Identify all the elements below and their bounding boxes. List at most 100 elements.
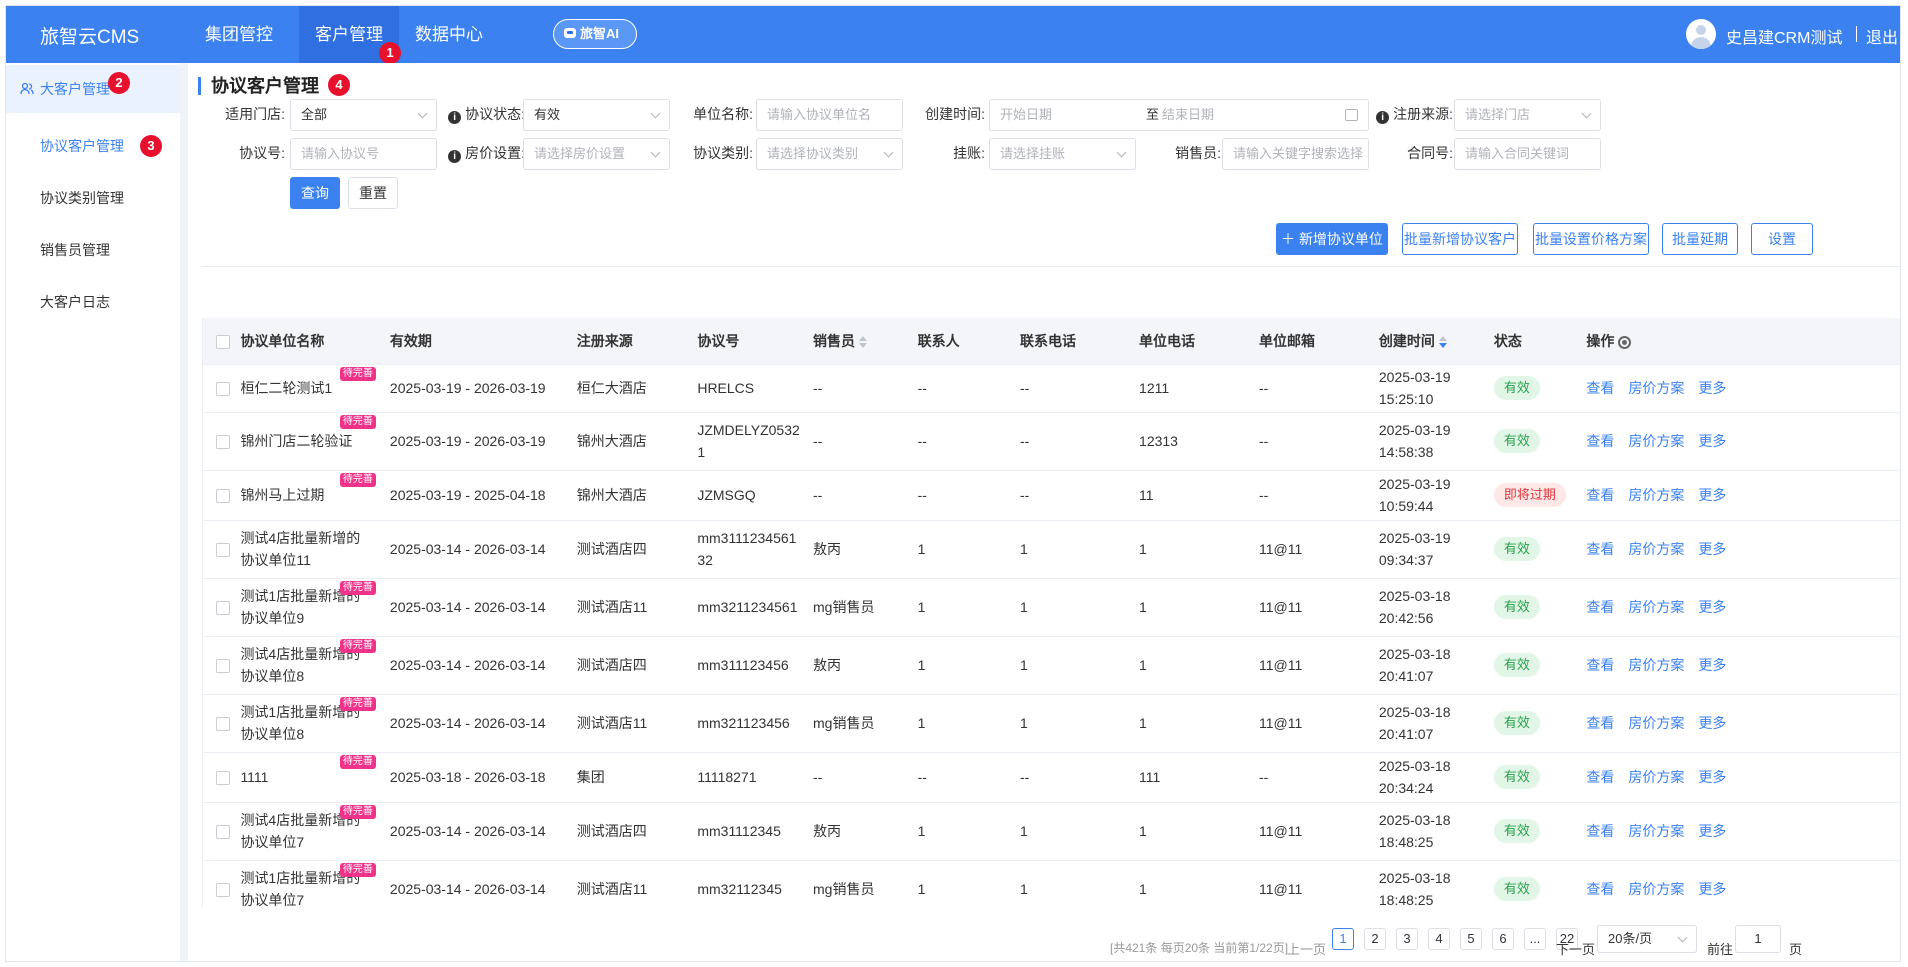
ai-assistant-button[interactable]: 旅智AI: [553, 19, 637, 49]
more-link[interactable]: 更多: [1698, 433, 1726, 449]
sidebar-item-salespeople[interactable]: 销售员管理: [6, 226, 180, 274]
price-plan-link[interactable]: 房价方案: [1628, 881, 1684, 897]
batch-extend-button[interactable]: 批量延期: [1662, 223, 1738, 255]
sidebar-group-key-accounts[interactable]: 大客户管理: [6, 65, 180, 113]
sidebar-item-agreement-categories[interactable]: 协议类别管理: [6, 174, 180, 222]
price-plan-link[interactable]: 房价方案: [1628, 657, 1684, 673]
table-row[interactable]: 待完善 测试1店批量新增的协议单位7 2025-03-14 - 2026-03-14…: [203, 860, 1900, 908]
info-icon[interactable]: i: [448, 150, 462, 163]
view-link[interactable]: 查看: [1586, 433, 1614, 449]
price-plan-link[interactable]: 房价方案: [1628, 487, 1684, 503]
view-link[interactable]: 查看: [1586, 769, 1614, 785]
topnav-data-center[interactable]: 数据中心: [399, 6, 499, 63]
more-link[interactable]: 更多: [1698, 380, 1726, 396]
start-date-input[interactable]: 开始日期: [1000, 107, 1052, 122]
price-setting-select[interactable]: 请选择房价设置: [523, 138, 670, 170]
price-plan-link[interactable]: 房价方案: [1628, 541, 1684, 557]
view-link[interactable]: 查看: [1586, 541, 1614, 557]
view-link[interactable]: 查看: [1586, 657, 1614, 673]
info-icon[interactable]: i: [1376, 111, 1390, 124]
col-created[interactable]: 创建时间: [1378, 318, 1494, 365]
view-link[interactable]: 查看: [1586, 599, 1614, 615]
more-link[interactable]: 更多: [1698, 599, 1726, 615]
end-date-input[interactable]: 结束日期: [1162, 100, 1214, 130]
reset-button[interactable]: 重置: [348, 177, 398, 209]
row-checkbox[interactable]: [216, 382, 230, 397]
credit-select[interactable]: 请选择挂账: [989, 138, 1136, 170]
more-link[interactable]: 更多: [1698, 881, 1726, 897]
status-select[interactable]: 有效: [523, 99, 670, 131]
page-size-select[interactable]: 20条/页: [1597, 925, 1697, 953]
row-checkbox[interactable]: [216, 435, 230, 450]
category-select[interactable]: 请选择协议类别: [756, 138, 903, 170]
price-plan-link[interactable]: 房价方案: [1628, 433, 1684, 449]
page-button[interactable]: 1: [1332, 928, 1354, 950]
next-page-button[interactable]: 下一页: [1556, 939, 1595, 958]
table-row[interactable]: 待完善 锦州门店二轮验证 2025-03-19 - 2026-03-19 锦州大酒店 J…: [203, 412, 1900, 471]
page-button[interactable]: 2: [1364, 928, 1386, 950]
table-row[interactable]: 待完善 测试1店批量新增的协议单位8 2025-03-14 - 2026-03-14…: [203, 694, 1900, 753]
row-checkbox[interactable]: [216, 489, 230, 504]
view-link[interactable]: 查看: [1586, 380, 1614, 396]
agreement-no-input[interactable]: 请输入协议号: [290, 138, 437, 170]
view-link[interactable]: 查看: [1586, 487, 1614, 503]
table-row[interactable]: 待完善 1111 2025-03-18 - 2026-03-18 集团 11118271…: [203, 752, 1900, 803]
store-select[interactable]: 全部: [290, 99, 437, 131]
select-all-checkbox[interactable]: [216, 334, 230, 349]
view-link[interactable]: 查看: [1586, 881, 1614, 897]
row-checkbox[interactable]: [216, 771, 230, 786]
price-plan-link[interactable]: 房价方案: [1628, 769, 1684, 785]
user-name[interactable]: 史昌建CRM测试: [1726, 24, 1842, 48]
page-button[interactable]: 3: [1396, 928, 1418, 950]
sort-icon[interactable]: [859, 336, 868, 349]
row-checkbox[interactable]: [216, 543, 230, 558]
page-button[interactable]: 5: [1460, 928, 1482, 950]
more-link[interactable]: 更多: [1698, 657, 1726, 673]
price-plan-link[interactable]: 房价方案: [1628, 823, 1684, 839]
table-row[interactable]: 待完善 测试1店批量新增的协议单位9 2025-03-14 - 2026-03-14…: [203, 578, 1900, 637]
unit-name-input[interactable]: 请输入协议单位名: [756, 99, 903, 131]
source-select[interactable]: 请选择门店: [1454, 99, 1601, 131]
table-row[interactable]: 待完善 桓仁二轮测试1 2025-03-19 - 2026-03-19 桓仁大酒店 HR…: [203, 364, 1900, 413]
table-row[interactable]: 测试4店批量新增的协议单位11 2025-03-14 - 2026-03-14 测试…: [203, 520, 1900, 579]
batch-price-button[interactable]: 批量设置价格方案: [1533, 223, 1649, 255]
more-link[interactable]: 更多: [1698, 823, 1726, 839]
salesperson-input[interactable]: 请输入关键字搜索选择: [1222, 138, 1369, 170]
page-button[interactable]: 6: [1492, 928, 1514, 950]
table-row[interactable]: 待完善 测试4店批量新增的协议单位8 2025-03-14 - 2026-03-14…: [203, 636, 1900, 695]
col-sales[interactable]: 销售员: [813, 318, 918, 365]
logout-link[interactable]: 退出: [1866, 24, 1898, 48]
table-scrollbar[interactable]: [1900, 360, 1901, 578]
view-link[interactable]: 查看: [1586, 823, 1614, 839]
row-checkbox[interactable]: [216, 825, 230, 840]
view-link[interactable]: 查看: [1586, 715, 1614, 731]
goto-page-input[interactable]: 1: [1735, 925, 1781, 953]
settings-button[interactable]: 设置: [1751, 223, 1813, 255]
row-checkbox[interactable]: [216, 883, 230, 898]
gear-icon[interactable]: [1618, 335, 1632, 349]
sidebar-item-key-account-log[interactable]: 大客户日志: [6, 278, 180, 326]
price-plan-link[interactable]: 房价方案: [1628, 380, 1684, 396]
contract-input[interactable]: 请输入合同关键词: [1454, 138, 1601, 170]
table-row[interactable]: 待完善 锦州马上过期 2025-03-19 - 2025-04-18 锦州大酒店 JZM…: [203, 470, 1900, 521]
more-link[interactable]: 更多: [1698, 769, 1726, 785]
page-button[interactable]: 4: [1428, 928, 1450, 950]
sort-icon[interactable]: [1438, 336, 1447, 349]
batch-add-button[interactable]: 批量新增协议客户: [1402, 223, 1518, 255]
topnav-group-control[interactable]: 集团管控: [189, 6, 289, 63]
more-link[interactable]: 更多: [1698, 715, 1726, 731]
more-link[interactable]: 更多: [1698, 487, 1726, 503]
price-plan-link[interactable]: 房价方案: [1628, 715, 1684, 731]
info-icon[interactable]: i: [448, 111, 462, 124]
prev-page-button[interactable]: 上一页: [1287, 939, 1326, 958]
price-plan-link[interactable]: 房价方案: [1628, 599, 1684, 615]
row-checkbox[interactable]: [216, 601, 230, 616]
page-ellipsis[interactable]: ...: [1524, 928, 1546, 950]
avatar[interactable]: [1686, 19, 1716, 49]
add-agreement-unit-button[interactable]: ＋ 新增协议单位: [1276, 223, 1388, 255]
created-date-range[interactable]: 开始日期 至结束日期: [989, 99, 1369, 131]
more-link[interactable]: 更多: [1698, 541, 1726, 557]
table-row[interactable]: 待完善 测试4店批量新增的协议单位7 2025-03-14 - 2026-03-14…: [203, 802, 1900, 861]
row-checkbox[interactable]: [216, 659, 230, 674]
query-button[interactable]: 查询: [290, 177, 340, 209]
